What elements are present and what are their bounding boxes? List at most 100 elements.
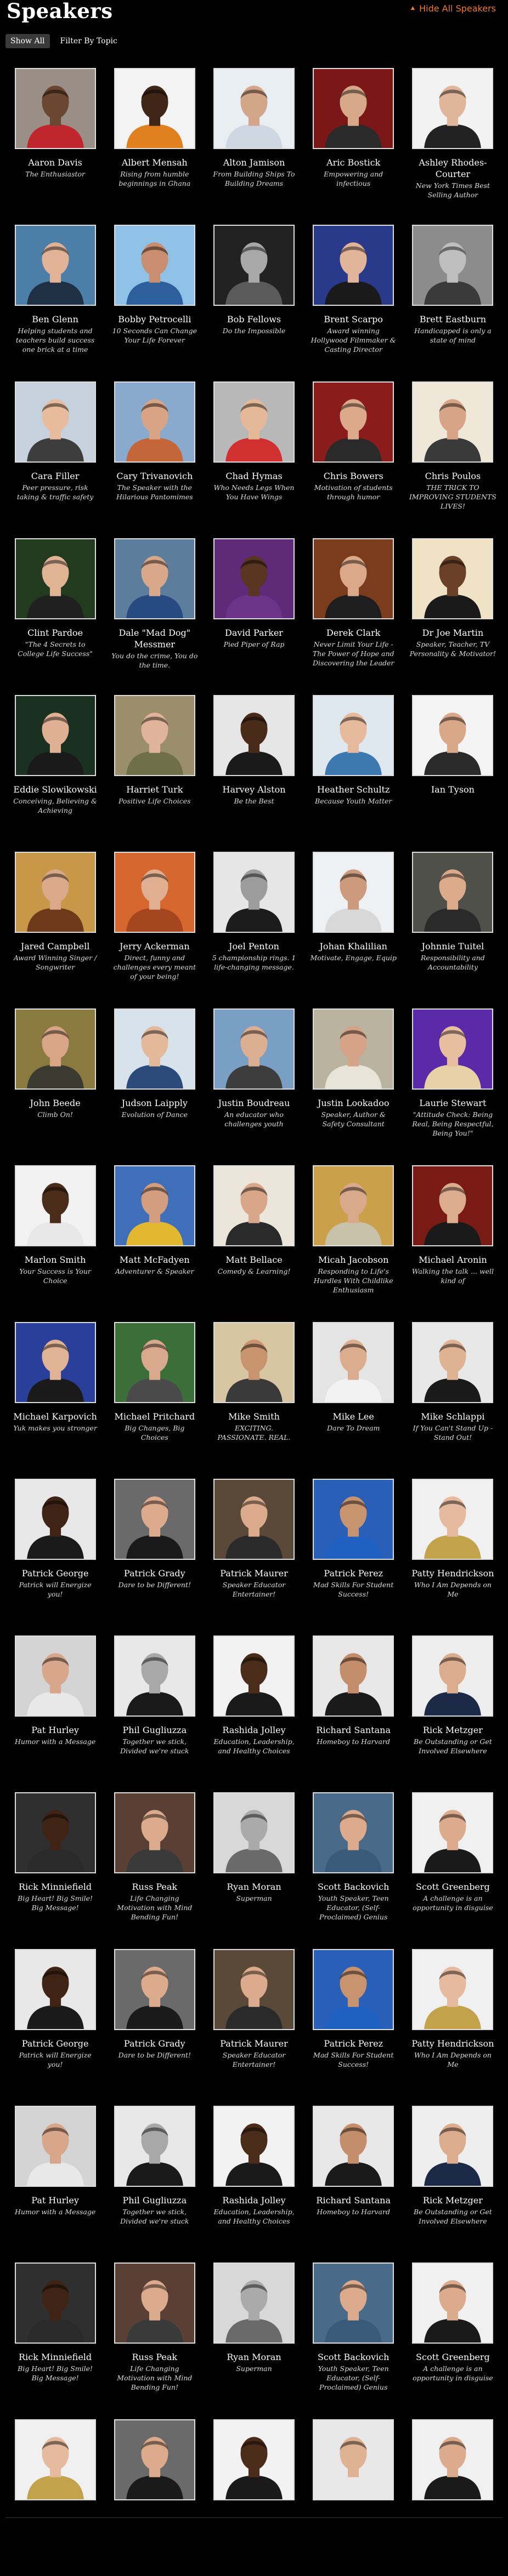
speaker-name[interactable]: Richard Santana bbox=[304, 2195, 403, 2206]
speaker-card[interactable]: Chris Poulos THE TRICK TO IMPROVING STUDE… bbox=[403, 381, 503, 538]
speaker-card[interactable]: Mike Lee Dare To Dream bbox=[304, 1322, 403, 1479]
speaker-card[interactable]: Ryan Moran Superman bbox=[204, 2262, 303, 2419]
speaker-name[interactable]: Patty Hendrickson bbox=[403, 2038, 503, 2049]
speaker-card[interactable]: Aric Bostick Empowering and infectious bbox=[304, 68, 403, 225]
speaker-name[interactable]: Patrick Grady bbox=[105, 2038, 204, 2049]
speaker-card[interactable]: Scott Greenberg A challenge is an opportu… bbox=[403, 2262, 503, 2419]
speaker-name[interactable]: Bobby Petrocelli bbox=[105, 314, 204, 325]
speaker-photo[interactable] bbox=[114, 225, 195, 306]
speaker-card[interactable]: Johnnie Tuitel Responsibility and Account… bbox=[403, 852, 503, 1008]
speaker-card[interactable] bbox=[304, 2419, 403, 2576]
speaker-photo[interactable] bbox=[114, 2106, 195, 2187]
speaker-card[interactable]: Cara Filler Peer pressure, risk taking & … bbox=[5, 381, 105, 538]
speaker-name[interactable]: Russ Peak bbox=[105, 1881, 204, 1893]
speaker-card[interactable]: Jerry Ackerman Direct, funny and challeng… bbox=[105, 852, 204, 1008]
speaker-photo[interactable] bbox=[412, 1792, 494, 1873]
speaker-card[interactable]: Mike Schlappi If You Can't Stand Up - Sta… bbox=[403, 1322, 503, 1479]
speaker-name[interactable]: Aaron Davis bbox=[5, 157, 105, 168]
speaker-photo[interactable] bbox=[14, 68, 96, 149]
speaker-card[interactable] bbox=[403, 2419, 503, 2576]
speaker-card[interactable]: Richard Santana Homeboy to Harvard bbox=[304, 2106, 403, 2262]
speaker-photo[interactable] bbox=[412, 695, 494, 776]
speaker-card[interactable]: Phil Gugliuzza Together we stick, Divided… bbox=[105, 2106, 204, 2262]
speaker-photo[interactable] bbox=[213, 225, 295, 306]
speaker-photo[interactable] bbox=[313, 1792, 394, 1873]
speaker-card[interactable]: Russ Peak Life Changing Motivation with M… bbox=[105, 2262, 204, 2419]
speaker-card[interactable]: Dale "Mad Dog" Messmer You do the crime, … bbox=[105, 538, 204, 695]
speaker-name[interactable]: Pat Hurley bbox=[5, 2195, 105, 2206]
speaker-photo[interactable] bbox=[14, 852, 96, 933]
speaker-name[interactable]: Ian Tyson bbox=[403, 784, 503, 795]
speaker-photo[interactable] bbox=[114, 1008, 195, 1090]
speaker-photo[interactable] bbox=[114, 381, 195, 463]
speaker-name[interactable]: Derek Clark bbox=[304, 627, 403, 639]
speaker-name[interactable]: Patrick Perez bbox=[304, 1568, 403, 1579]
speaker-photo[interactable] bbox=[412, 2106, 494, 2187]
speaker-name[interactable]: Micah Jacobson bbox=[304, 1254, 403, 1266]
speaker-name[interactable]: Mike Smith bbox=[204, 1411, 303, 1422]
speaker-card[interactable]: Harriet Turk Positive Life Choices bbox=[105, 695, 204, 852]
speaker-card[interactable]: Rashida Jolley Education, Leadership, and… bbox=[204, 1635, 303, 1792]
speaker-photo[interactable] bbox=[14, 538, 96, 619]
speaker-card[interactable]: Harvey Alston Be the Best bbox=[204, 695, 303, 852]
speaker-card[interactable] bbox=[5, 2419, 105, 2576]
speaker-photo[interactable] bbox=[412, 1322, 494, 1403]
speaker-name[interactable]: Laurie Stewart bbox=[403, 1097, 503, 1109]
speaker-card[interactable]: Ben Glenn Helping students and teachers b… bbox=[5, 225, 105, 381]
speaker-name[interactable]: Rashida Jolley bbox=[204, 2195, 303, 2206]
speaker-photo[interactable] bbox=[114, 2419, 195, 2500]
speaker-name[interactable]: Cara Filler bbox=[5, 470, 105, 482]
speaker-name[interactable]: Matt Bellace bbox=[204, 1254, 303, 1266]
speaker-card[interactable]: Dr Joe Martin Speaker, Teacher, TV Person… bbox=[403, 538, 503, 695]
speaker-card[interactable]: Patrick Grady Dare to be Different! bbox=[105, 1949, 204, 2106]
speaker-name[interactable]: Scott Backovich bbox=[304, 2351, 403, 2363]
speaker-name[interactable]: Ben Glenn bbox=[5, 314, 105, 325]
speaker-card[interactable]: Scott Backovich Youth Speaker, Teen Educa… bbox=[304, 1792, 403, 1949]
speaker-card[interactable]: Alton Jamison From Building Ships To Buil… bbox=[204, 68, 303, 225]
speaker-photo[interactable] bbox=[313, 1635, 394, 1717]
speaker-card[interactable]: Scott Backovich Youth Speaker, Teen Educa… bbox=[304, 2262, 403, 2419]
speaker-name[interactable]: John Beede bbox=[5, 1097, 105, 1109]
filter-by-topic[interactable]: Filter By Topic bbox=[55, 34, 122, 48]
speaker-card[interactable]: Chris Bowers Motivation of students throu… bbox=[304, 381, 403, 538]
speaker-card[interactable]: Bob Fellows Do the Impossible bbox=[204, 225, 303, 381]
speaker-name[interactable]: Patrick George bbox=[5, 2038, 105, 2049]
speaker-photo[interactable] bbox=[114, 1792, 195, 1873]
speaker-card[interactable]: Joel Penton 5 championship rings. 1 life-… bbox=[204, 852, 303, 1008]
speaker-photo[interactable] bbox=[313, 852, 394, 933]
speaker-name[interactable]: Eddie Slowikowski bbox=[5, 784, 105, 795]
speaker-photo[interactable] bbox=[14, 225, 96, 306]
speaker-name[interactable]: Jerry Ackerman bbox=[105, 941, 204, 952]
speaker-card[interactable]: Albert Mensah Rising from humble beginnin… bbox=[105, 68, 204, 225]
speaker-name[interactable]: Brett Eastburn bbox=[403, 314, 503, 325]
speaker-name[interactable]: Michael Pritchard bbox=[105, 1411, 204, 1422]
speaker-name[interactable]: Ryan Moran bbox=[204, 2351, 303, 2363]
speaker-photo[interactable] bbox=[213, 1322, 295, 1403]
speaker-photo[interactable] bbox=[412, 68, 494, 149]
speaker-card[interactable]: Patrick George Patrick will Energize you! bbox=[5, 1479, 105, 1635]
speaker-card[interactable]: Brett Eastburn Handicapped is only a stat… bbox=[403, 225, 503, 381]
speaker-photo[interactable] bbox=[313, 1165, 394, 1246]
speaker-photo[interactable] bbox=[213, 1165, 295, 1246]
speaker-photo[interactable] bbox=[14, 1165, 96, 1246]
speaker-card[interactable]: Ian Tyson bbox=[403, 695, 503, 852]
speaker-card[interactable]: Scott Greenberg A challenge is an opportu… bbox=[403, 1792, 503, 1949]
speaker-name[interactable]: Phil Gugliuzza bbox=[105, 1724, 204, 1736]
speaker-name[interactable]: Mike Lee bbox=[304, 1411, 403, 1422]
speaker-name[interactable]: Scott Greenberg bbox=[403, 2351, 503, 2363]
speaker-card[interactable]: Patrick Grady Dare to be Different! bbox=[105, 1479, 204, 1635]
speaker-card[interactable]: Patrick George Patrick will Energize you! bbox=[5, 1949, 105, 2106]
speaker-name[interactable]: Patrick George bbox=[5, 1568, 105, 1579]
speaker-card[interactable]: John Beede Climb On! bbox=[5, 1008, 105, 1165]
speaker-photo[interactable] bbox=[412, 852, 494, 933]
speaker-photo[interactable] bbox=[213, 695, 295, 776]
speaker-name[interactable]: Phil Gugliuzza bbox=[105, 2195, 204, 2206]
speaker-name[interactable]: Chad Hymas bbox=[204, 470, 303, 482]
speaker-card[interactable]: Clint Pardoe "The 4 Secrets to College Li… bbox=[5, 538, 105, 695]
speaker-card[interactable]: Jared Campbell Award Winning Singer / Son… bbox=[5, 852, 105, 1008]
speaker-name[interactable]: Russ Peak bbox=[105, 2351, 204, 2363]
speaker-card[interactable]: Rick Metzger Be Outstanding or Get Involv… bbox=[403, 2106, 503, 2262]
speaker-photo[interactable] bbox=[114, 1479, 195, 1560]
speaker-card[interactable] bbox=[204, 2419, 303, 2576]
speaker-photo[interactable] bbox=[213, 1635, 295, 1717]
